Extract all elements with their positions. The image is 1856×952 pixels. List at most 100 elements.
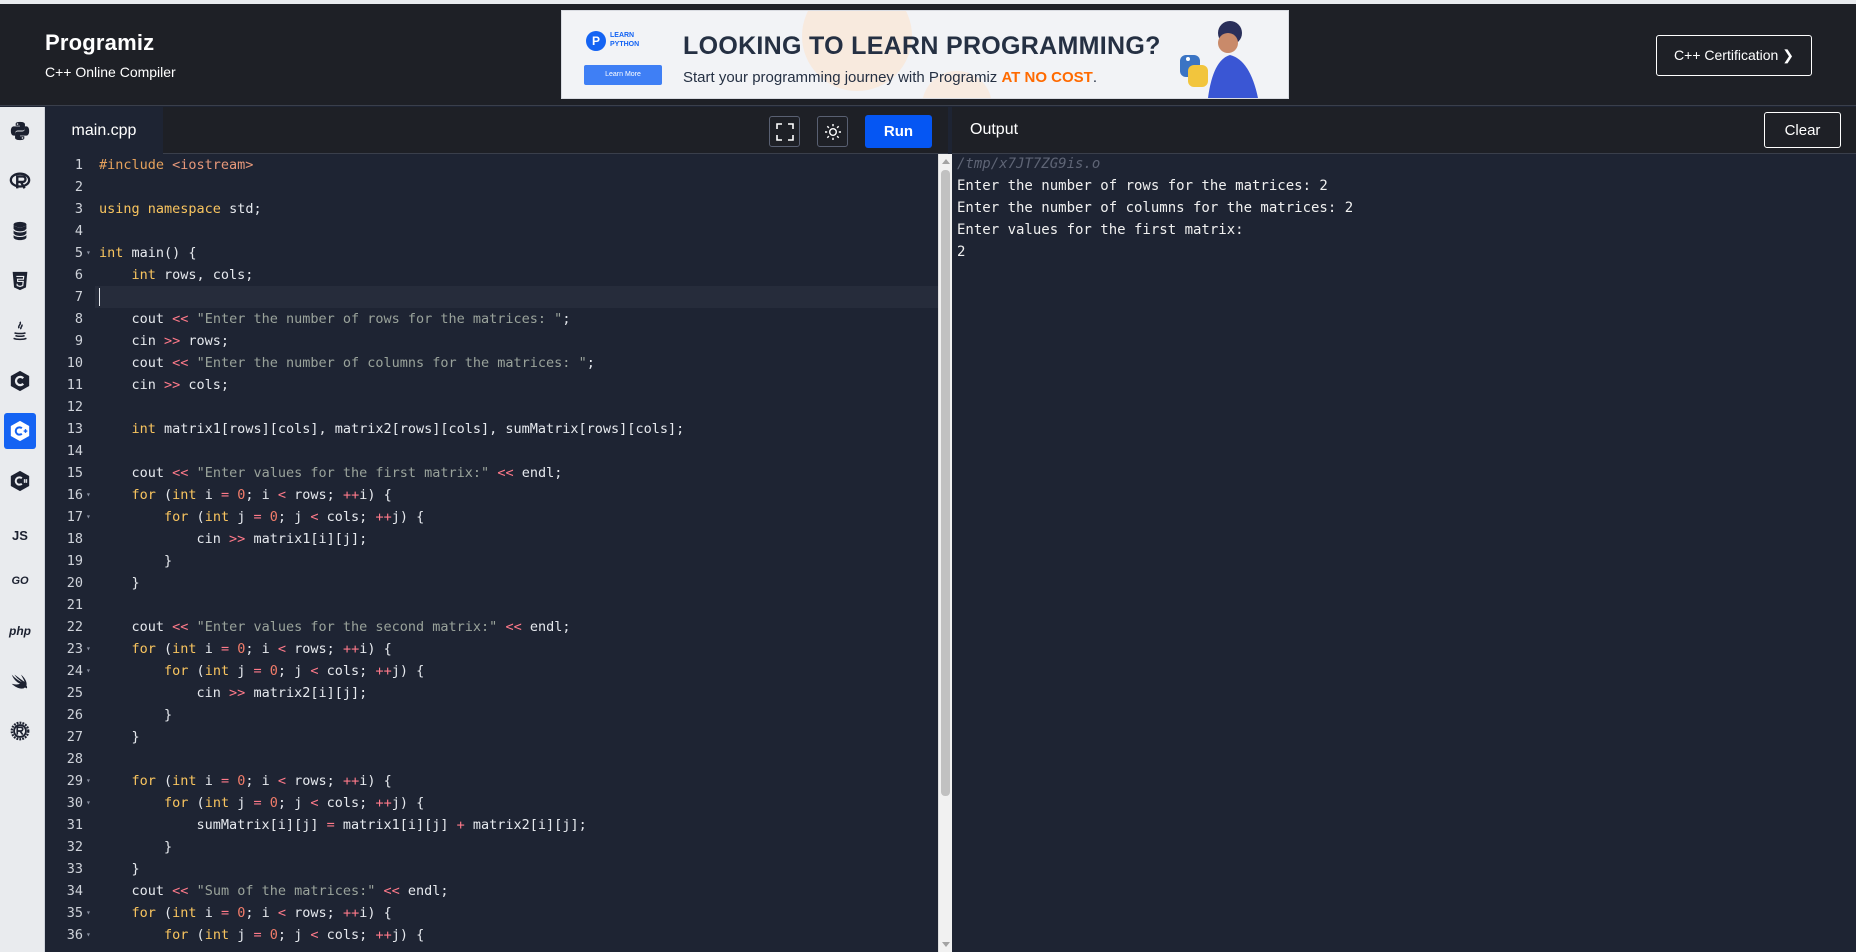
code-line[interactable]: for (int j = 0; j < cols; ++j) { [99, 660, 424, 682]
output-line: Enter the number of columns for the matr… [957, 200, 1354, 216]
code-line[interactable]: } [99, 572, 140, 594]
page-subtitle: C++ Online Compiler [45, 64, 176, 80]
lang-r[interactable] [4, 163, 36, 199]
ad-learn-more-button[interactable]: Learn More [584, 65, 662, 85]
line-number: 31 [66, 817, 83, 833]
code-editor[interactable]: 1 2 3 4 5 ▾ 6 7 8 9 10 11 12 13 14 15 16 ▾ 17 ▾ 18 19 20 21 22 23… [45, 154, 938, 952]
lang-cpp[interactable] [4, 413, 36, 449]
lang-java[interactable] [4, 313, 36, 349]
fold-toggle-icon[interactable]: ▾ [86, 484, 91, 506]
lang-php[interactable]: php [4, 613, 36, 649]
code-line[interactable]: using namespace std; [99, 198, 262, 220]
code-line[interactable]: for (int j = 0; j < cols; ++j) { [99, 924, 424, 946]
lang-swift[interactable] [4, 663, 36, 699]
line-number: 21 [66, 597, 83, 613]
code-line[interactable]: cout << "Enter values for the first matr… [99, 462, 563, 484]
scroll-up-arrow-icon[interactable] [942, 159, 950, 164]
code-line[interactable]: int main() { [99, 242, 197, 264]
line-number: 11 [66, 377, 83, 393]
language-sidebar: JS GO php [0, 107, 45, 952]
line-number: 12 [66, 399, 83, 415]
editor-toolbar: main.cpp Run [45, 107, 948, 154]
line-number: 20 [66, 575, 83, 591]
code-line[interactable]: cin >> cols; [99, 374, 230, 396]
code-line[interactable]: cin >> matrix1[i][j]; [99, 528, 368, 550]
code-line[interactable]: for (int j = 0; j < cols; ++j) { [99, 506, 424, 528]
code-line[interactable]: sumMatrix[i][j] = matrix1[i][j] + matrix… [99, 814, 587, 836]
line-number: 30 [66, 795, 83, 811]
ad-badge-text: LEARN PYTHON [610, 31, 650, 49]
ad-headline: LOOKING TO LEARN PROGRAMMING? [683, 32, 1161, 60]
code-line[interactable]: } [99, 704, 172, 726]
code-line[interactable]: cin >> matrix2[i][j]; [99, 682, 368, 704]
fold-toggle-icon[interactable]: ▾ [86, 660, 91, 682]
ad-tagline-end: . [1092, 69, 1098, 86]
ad-banner[interactable]: P LEARN PYTHON Learn More LOOKING TO LEAR… [561, 10, 1289, 99]
cpp-icon [10, 420, 30, 442]
fold-toggle-icon[interactable]: ▾ [86, 506, 91, 528]
code-line[interactable]: int matrix1[rows][cols], matrix2[rows][c… [99, 418, 685, 440]
swift-icon [11, 674, 28, 689]
sun-icon [824, 123, 841, 140]
code-line[interactable]: for (int j = 0; j < cols; ++j) { [99, 792, 424, 814]
code-line[interactable]: } [99, 550, 172, 572]
lang-c[interactable] [4, 363, 36, 399]
lang-python[interactable] [4, 113, 36, 149]
code-line[interactable]: for (int i = 0; i < rows; ++i) { [99, 902, 392, 924]
code-line[interactable]: } [99, 726, 140, 748]
lang-csharp[interactable] [4, 463, 36, 499]
php-icon: php [9, 624, 31, 638]
editor-scrollbar[interactable] [938, 154, 952, 952]
line-number: 34 [66, 883, 83, 899]
line-number: 32 [66, 839, 83, 855]
line-number: 28 [66, 751, 83, 767]
line-number: 4 [74, 223, 83, 239]
line-number: 27 [66, 729, 83, 745]
fold-toggle-icon[interactable]: ▾ [86, 770, 91, 792]
lang-javascript[interactable]: JS [4, 517, 36, 553]
line-number: 26 [66, 707, 83, 723]
code-line[interactable]: } [99, 836, 172, 858]
code-line[interactable]: #include <iostream> [99, 154, 253, 176]
python-icon [10, 121, 30, 141]
line-number: 16 [66, 487, 83, 503]
code-line[interactable]: cout << "Enter the number of rows for th… [99, 308, 571, 330]
run-button[interactable]: Run [865, 115, 932, 148]
clear-button[interactable]: Clear [1764, 112, 1841, 148]
programiz-logo[interactable]: Programiz [45, 30, 176, 56]
fold-toggle-icon[interactable]: ▾ [86, 242, 91, 264]
fold-toggle-icon[interactable]: ▾ [86, 902, 91, 924]
fold-toggle-icon[interactable]: ▾ [86, 924, 91, 946]
ad-badge-line1: LEARN [610, 32, 635, 39]
code-line[interactable]: int rows, cols; [99, 264, 254, 286]
cpp-certification-button[interactable]: C++ Certification ❯ [1656, 35, 1812, 76]
code-line[interactable]: for (int i = 0; i < rows; ++i) { [99, 484, 392, 506]
fold-toggle-icon[interactable]: ▾ [86, 792, 91, 814]
output-line: 2 [957, 244, 966, 260]
code-line[interactable]: cout << "Enter values for the second mat… [99, 616, 571, 638]
code-line[interactable]: for (int i = 0; i < rows; ++i) { [99, 638, 392, 660]
lang-go[interactable]: GO [4, 563, 36, 599]
ad-illustration-person [1180, 21, 1258, 98]
code-line[interactable]: } [99, 858, 140, 880]
line-number: 22 [66, 619, 83, 635]
fold-toggle-icon[interactable]: ▾ [86, 638, 91, 660]
scroll-down-arrow-icon[interactable] [942, 942, 950, 947]
code-line[interactable]: cout << "Sum of the matrices:" << endl; [99, 880, 449, 902]
code-line[interactable]: cin >> rows; [99, 330, 230, 352]
lang-rust[interactable] [4, 713, 36, 749]
lang-html[interactable] [4, 263, 36, 299]
code-line[interactable]: for (int i = 0; i < rows; ++i) { [99, 770, 392, 792]
theme-toggle-button[interactable] [817, 116, 848, 147]
code-line[interactable]: cout << "Enter the number of columns for… [99, 352, 595, 374]
file-tab-main-cpp[interactable]: main.cpp [45, 107, 163, 154]
output-console[interactable]: /tmp/x7JT7ZG9is.o Enter the number of ro… [952, 154, 1856, 952]
line-number: 35 [66, 905, 83, 921]
scrollbar-thumb[interactable] [941, 170, 950, 796]
line-number: 19 [66, 553, 83, 569]
lang-sql[interactable] [4, 213, 36, 249]
fullscreen-button[interactable] [769, 116, 800, 147]
line-number: 29 [66, 773, 83, 789]
line-number: 18 [66, 531, 83, 547]
go-icon: GO [11, 575, 29, 587]
